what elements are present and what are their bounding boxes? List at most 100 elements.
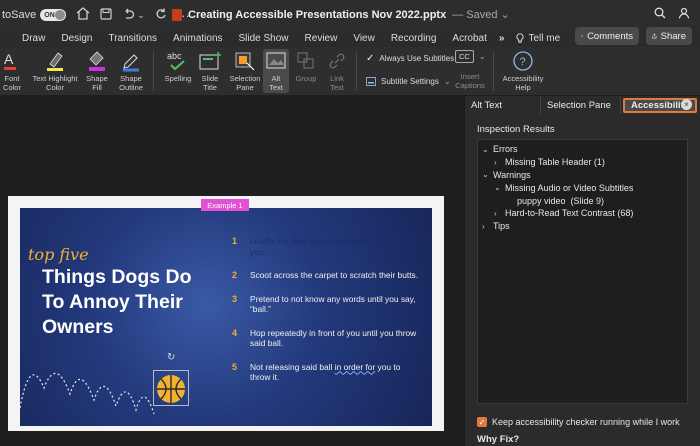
list-item-text: Scoot across the carpet to scratch their…: [250, 270, 419, 280]
title-chevron-icon[interactable]: ⌄: [500, 8, 509, 21]
tree-node-label: Missing Table Header (1): [505, 157, 605, 168]
basketball-icon[interactable]: [154, 372, 188, 406]
tree-node-tips[interactable]: › Tips: [478, 220, 687, 233]
document-title: Creating Accessible Presentations Nov 20…: [172, 8, 510, 21]
tree-node-hard-to-read-contrast[interactable]: › Hard-to-Read Text Contrast (68): [478, 207, 687, 220]
tree-node-missing-av-subtitles[interactable]: ⌄ Missing Audio or Video Subtitles: [478, 181, 687, 194]
selection-pane-icon: [235, 52, 255, 71]
autosave-toggle[interactable]: ON: [40, 9, 67, 21]
chevron-right-icon[interactable]: ›: [494, 158, 501, 167]
tab-animations[interactable]: Animations: [165, 33, 230, 44]
list-item-text: Pretend to not know any words until you …: [250, 293, 416, 315]
list-item[interactable]: 5 Not releasing said ball in order for yo…: [232, 362, 422, 383]
chevron-down-icon[interactable]: ⌄: [494, 183, 501, 192]
subtitle-settings-label: Subtitle Settings: [381, 77, 439, 86]
search-icon[interactable]: [654, 7, 666, 22]
tree-node-label: Warnings: [493, 169, 531, 180]
slide-list: 1 Loudly lick their feet while sitting ri…: [232, 236, 422, 396]
cc-icon: CC: [455, 50, 474, 63]
list-item[interactable]: 2 Scoot across the carpet to scratch thei…: [232, 270, 422, 281]
paint-bucket-icon: [89, 51, 105, 71]
chevron-right-icon[interactable]: ›: [494, 209, 501, 218]
accessibility-pane: Alt Text Selection Pane Accessibility × …: [464, 96, 700, 446]
tell-me-search[interactable]: Tell me: [508, 33, 568, 44]
list-item-text: Not releasing said ball: [250, 361, 335, 372]
tab-design[interactable]: Design: [53, 33, 100, 44]
tab-view[interactable]: View: [345, 33, 383, 44]
accessibility-help-button[interactable]: ? Accessibility Help: [498, 49, 548, 92]
list-number: 2: [232, 270, 238, 280]
slide-top-five-text[interactable]: top five: [28, 245, 89, 264]
cc-chevron-icon: ⌄: [478, 52, 486, 61]
link-text-button[interactable]: Link Text: [323, 49, 351, 92]
tree-node-missing-table-header[interactable]: › Missing Table Header (1): [478, 156, 687, 169]
list-item[interactable]: 4 Hop repeatedly in front of you until yo…: [232, 328, 422, 349]
spelling-label: Spelling: [164, 74, 192, 83]
alt-text-button[interactable]: Alt Text: [263, 49, 289, 93]
spelling-check-icon: abc: [167, 51, 185, 71]
account-icon[interactable]: [678, 7, 690, 22]
shape-fill-button[interactable]: Shape Fill: [83, 49, 111, 92]
font-color-icon: A: [4, 51, 16, 70]
tab-transitions[interactable]: Transitions: [100, 33, 165, 44]
insert-captions-button[interactable]: Insert Captions: [452, 72, 488, 90]
list-item[interactable]: 1 Loudly lick their feet while sitting ri…: [232, 236, 422, 257]
comments-button[interactable]: Comments: [575, 27, 639, 45]
selection-pane-label: Selection Pane: [229, 74, 261, 92]
selection-pane-button[interactable]: Selection Pane: [228, 49, 262, 92]
tree-node-warnings[interactable]: ⌄ Warnings: [478, 169, 687, 182]
subtitle-settings-button[interactable]: Subtitle Settings ⌄: [366, 77, 451, 86]
always-use-subtitles-checkbox[interactable]: ✓ Always Use Subtitles: [366, 53, 454, 64]
redo-icon[interactable]: [155, 8, 167, 23]
list-number: 3: [232, 293, 238, 304]
undo-chevron-icon[interactable]: ⌄: [137, 10, 145, 21]
tab-draw[interactable]: Draw: [0, 33, 53, 44]
checkbox-checked-icon[interactable]: ✓: [477, 417, 487, 427]
slide[interactable]: top five Things Dogs Do To Annoy Their O…: [20, 208, 432, 426]
slide-title-button[interactable]: Slide Title: [196, 49, 224, 92]
tree-node-puppy-video[interactable]: puppy video (Slide 9): [478, 194, 687, 207]
more-tabs-chevron-icon[interactable]: »: [495, 33, 509, 44]
chevron-down-icon[interactable]: ⌄: [482, 145, 489, 154]
group-button[interactable]: Group: [290, 49, 322, 84]
rotate-handle-icon[interactable]: ↻: [167, 352, 175, 363]
alt-text-icon: [266, 52, 286, 69]
slide-headline[interactable]: Things Dogs Do To Annoy Their Owners: [42, 265, 202, 340]
subtitle-settings-chevron-icon: ⌄: [443, 77, 451, 86]
save-icon[interactable]: [100, 7, 112, 23]
keep-checker-running-label: Keep accessibility checker running while…: [492, 417, 680, 427]
cc-button[interactable]: CC ⌄: [455, 50, 486, 63]
powerpoint-window: toSave ON ⌄ ··· Creating Accessible Pres…: [0, 0, 700, 446]
tab-recording[interactable]: Recording: [383, 33, 445, 44]
slide-title-icon: [199, 52, 221, 70]
home-icon[interactable]: [76, 7, 90, 23]
share-button[interactable]: Share: [646, 27, 692, 45]
share-icon: [652, 33, 657, 39]
grammar-flagged-text[interactable]: in order for: [335, 362, 376, 372]
font-color-button[interactable]: A Font Color: [0, 49, 24, 92]
undo-icon[interactable]: [122, 8, 135, 23]
example-label-tag: Example 1: [201, 199, 249, 211]
pane-close-icon[interactable]: ×: [681, 99, 692, 110]
spelling-button[interactable]: abc Spelling: [160, 49, 196, 84]
tab-acrobat[interactable]: Acrobat: [444, 33, 494, 44]
highlighter-icon: [47, 52, 63, 71]
list-item[interactable]: 3 Pretend to not know any words until you…: [232, 294, 422, 315]
text-highlight-button[interactable]: Text Highlight Color: [28, 49, 82, 92]
tab-review[interactable]: Review: [297, 33, 346, 44]
group-label: Group: [295, 74, 317, 83]
keep-checker-running-checkbox[interactable]: ✓ Keep accessibility checker running whi…: [477, 417, 680, 427]
pane-tab-alt-text[interactable]: Alt Text: [465, 96, 541, 114]
pane-tab-selection-pane[interactable]: Selection Pane: [541, 96, 621, 114]
subtitle-settings-icon: [366, 77, 376, 86]
checkmark-icon: ✓: [366, 53, 375, 64]
shape-outline-button[interactable]: Shape Outline: [114, 49, 148, 92]
list-number: 5: [232, 361, 238, 372]
tab-slide-show[interactable]: Slide Show: [231, 33, 297, 44]
pen-outline-icon: [123, 54, 139, 72]
tree-node-errors[interactable]: ⌄ Errors: [478, 143, 687, 156]
chevron-right-icon[interactable]: ›: [482, 222, 489, 231]
chevron-down-icon[interactable]: ⌄: [482, 170, 489, 179]
shape-outline-label: Shape Outline: [119, 74, 143, 92]
comments-label: Comments: [587, 30, 633, 42]
